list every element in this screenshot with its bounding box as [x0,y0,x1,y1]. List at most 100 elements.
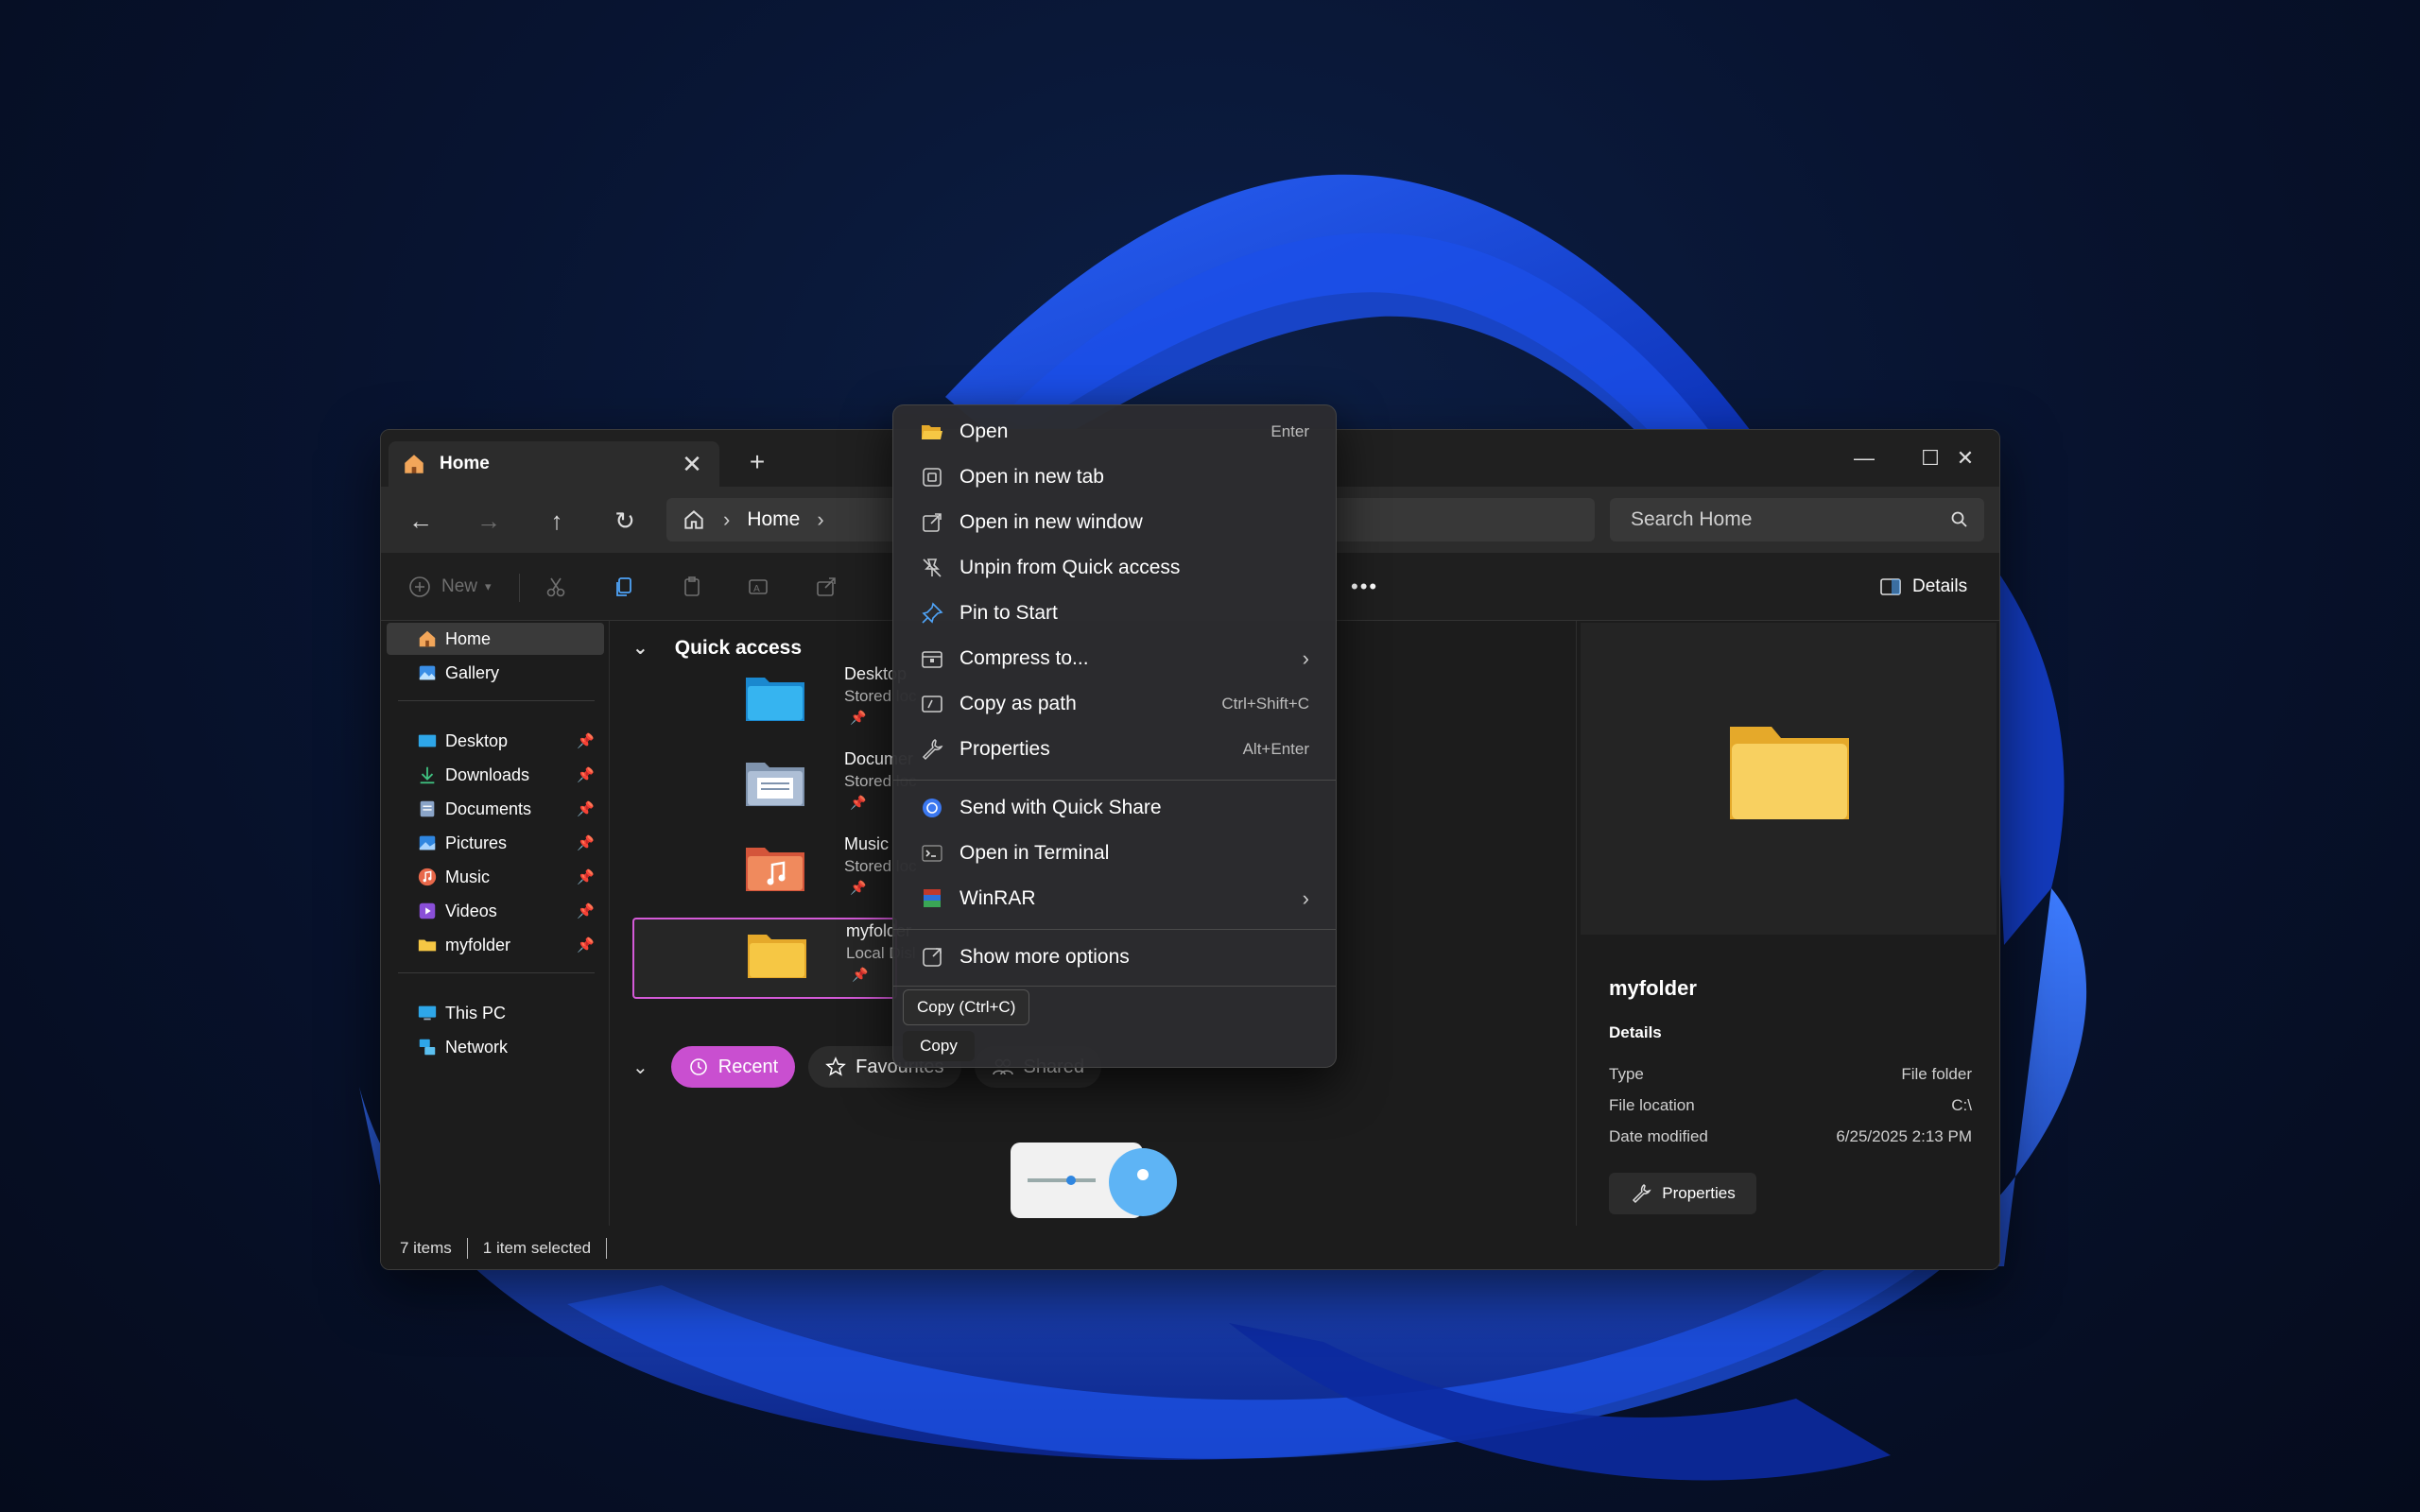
sidebar-item-music[interactable]: Music 📌 [387,861,604,893]
pin-icon[interactable]: 📌 [577,936,595,954]
context-menu: Open Enter Open in new tab Open in new w… [892,404,1337,1068]
menu-separator [893,986,1336,987]
pin-icon[interactable]: 📌 [577,902,595,919]
properties-button[interactable]: Properties [1609,1173,1756,1214]
paste-button[interactable] [678,572,706,602]
chevron-down-icon[interactable]: ⌄ [632,1056,648,1079]
terminal-icon [922,845,942,862]
sidebar-item-this-pc[interactable]: This PC [387,997,604,1029]
more-options-button[interactable]: ••• [1351,572,1378,602]
sidebar-item-downloads[interactable]: Downloads 📌 [387,759,604,791]
pin-icon[interactable]: 📌 [577,766,595,783]
search-box[interactable]: Search Home [1610,498,1984,541]
new-tab-icon [923,468,942,487]
sidebar-item-desktop[interactable]: Desktop 📌 [387,725,604,757]
sidebar-divider [398,972,595,973]
star-icon [825,1057,846,1076]
menu-item-open-terminal[interactable]: Open in Terminal [899,833,1330,874]
sidebar-item-label: Music [445,867,491,886]
new-label: New [441,576,478,596]
plus-circle-icon [409,576,430,597]
quick-access-item-desktop[interactable]: Desktop Stored loc 📌 [632,662,917,744]
menu-item-show-more-options[interactable]: Show more options [899,936,1330,978]
breadcrumb-home[interactable]: Home [747,508,800,531]
sidebar-item-label: Desktop [445,730,509,750]
menu-item-quick-share[interactable]: Send with Quick Share [899,787,1330,829]
sidebar-item-label: Pictures [445,833,508,852]
up-button[interactable]: ↑ [538,502,576,540]
folder-open-icon [922,425,942,439]
details-key: File location [1609,1096,1695,1114]
quick-access-item-music[interactable]: Music Stored loc 📌 [632,833,917,914]
quick-access-item-documents[interactable]: Documer Stored loc 📌 [632,747,917,829]
copy-button[interactable] [610,572,638,602]
pin-icon[interactable]: 📌 [577,732,595,749]
pin-icon: 📌 [850,795,867,810]
chevron-down-icon[interactable]: ⌄ [632,636,648,660]
menu-item-label: Compress to... [959,647,1089,669]
sidebar-item-label: Network [445,1037,509,1057]
details-item-name: myfolder [1609,976,1697,1000]
sidebar-item-gallery[interactable]: Gallery [387,657,604,689]
quick-access-header[interactable]: ⌄ Quick access [632,636,802,660]
quick-access-item-myfolder[interactable]: myfolder Local Disl 📌 [632,918,916,999]
close-window-button[interactable]: ✕ [1929,439,1999,477]
menu-shortcut: Enter [1270,422,1309,440]
sidebar-item-myfolder[interactable]: myfolder 📌 [387,929,604,961]
copy-action-button[interactable]: Copy [903,1031,975,1061]
minimize-button[interactable]: — [1831,439,1897,477]
menu-item-pin-to-start[interactable]: Pin to Start [899,593,1330,634]
sidebar-item-label: Videos [445,901,497,920]
item-count: 7 items [400,1239,452,1257]
sidebar-item-home[interactable]: Home [387,623,604,655]
wrench-icon [922,739,943,761]
quick-access-title: Quick access [674,636,803,659]
sidebar-item-documents[interactable]: Documents 📌 [387,793,604,825]
menu-item-compress-to[interactable]: Compress to... › [899,638,1330,679]
cut-button[interactable] [542,572,570,602]
refresh-button[interactable]: ↻ [606,502,644,540]
menu-item-open[interactable]: Open Enter [899,411,1330,453]
sidebar-item-label: Downloads [445,765,530,784]
tab-title: Home [440,454,490,473]
tab-close-button[interactable]: ✕ [678,450,706,479]
menu-item-winrar[interactable]: WinRAR › [899,878,1330,919]
menu-item-label: Properties [959,738,1050,760]
menu-item-properties[interactable]: Properties Alt+Enter [899,729,1330,770]
tab-recent[interactable]: Recent [670,1046,796,1088]
menu-item-label: Pin to Start [959,602,1058,624]
menu-item-open-new-window[interactable]: Open in new window [899,502,1330,543]
new-tab-button[interactable]: + [740,445,774,479]
menu-item-copy-as-path[interactable]: Copy as path Ctrl+Shift+C [899,683,1330,725]
back-button[interactable]: ← [402,502,440,540]
details-toggle-button[interactable]: Details [1878,570,1967,604]
pin-icon[interactable]: 📌 [577,834,595,851]
details-label: Details [1912,576,1968,596]
new-button[interactable]: New ▾ [406,572,492,602]
chevron-right-icon[interactable]: › [817,507,823,532]
tab-home[interactable]: Home ✕ [389,441,719,487]
quick-share-icon [923,799,942,817]
menu-item-label: Open in new window [959,511,1143,533]
menu-item-open-new-tab[interactable]: Open in new tab [899,456,1330,498]
details-key: Date modified [1609,1127,1708,1145]
sidebar-item-network[interactable]: Network [387,1031,604,1063]
menu-item-unpin-quick-access[interactable]: Unpin from Quick access [899,547,1330,589]
toolbar-divider [519,574,520,602]
forward-button[interactable]: → [470,502,508,540]
share-button[interactable] [812,572,840,602]
sidebar-item-label: Home [445,628,492,648]
pin-icon[interactable]: 📌 [577,868,595,885]
sidebar-item-pictures[interactable]: Pictures 📌 [387,827,604,859]
menu-item-label: Open in new tab [959,466,1104,488]
rename-button[interactable]: A [744,572,772,602]
sidebar-item-videos[interactable]: Videos 📌 [387,895,604,927]
sidebar-item-label: This PC [445,1003,507,1022]
clipboard-icon [684,576,700,596]
search-input[interactable]: Search Home [1631,508,1950,531]
pin-icon[interactable]: 📌 [577,800,595,817]
details-value: 6/25/2025 2:13 PM [1836,1127,1972,1145]
svg-text:A: A [753,584,760,594]
menu-item-label: Copy as path [959,693,1077,714]
chevron-right-icon: › [1302,886,1309,910]
